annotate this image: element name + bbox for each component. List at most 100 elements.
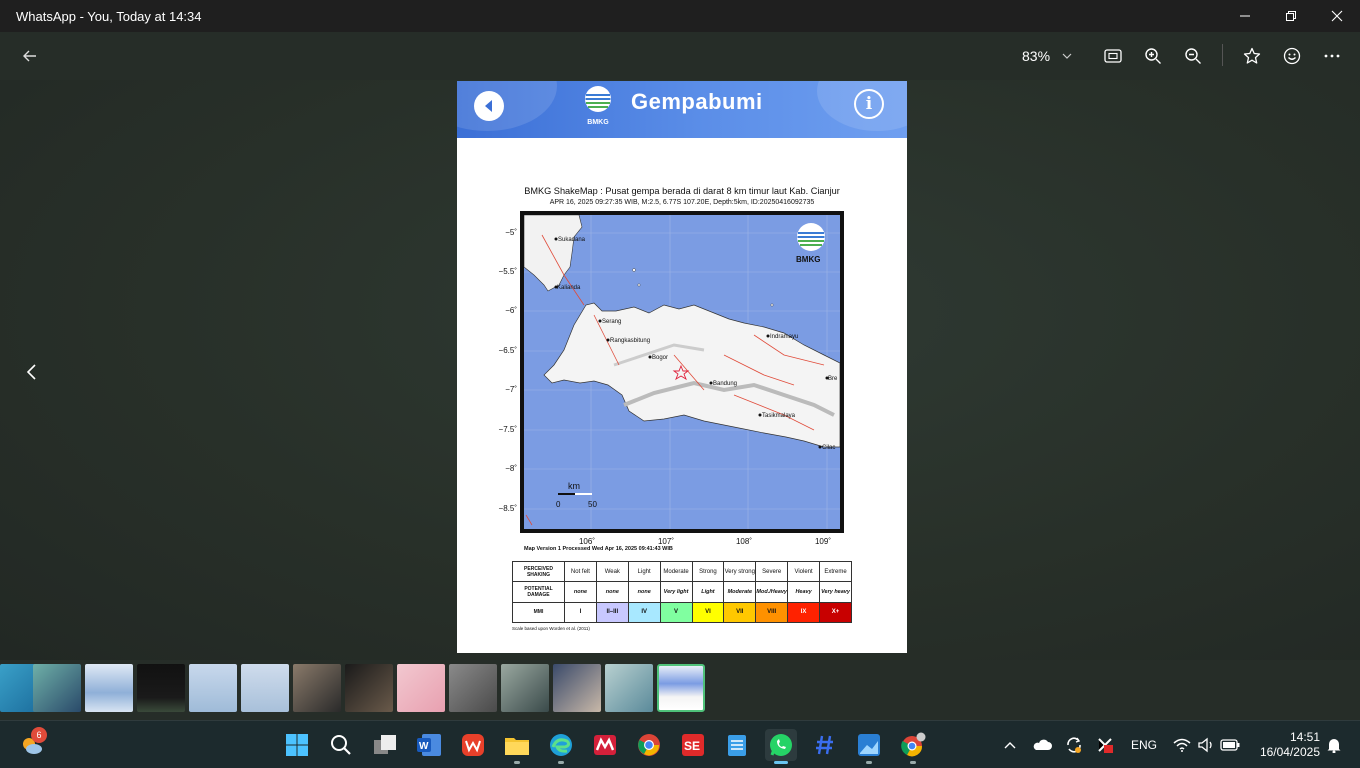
minimize-button[interactable] [1222, 0, 1268, 32]
restore-icon [1286, 11, 1296, 21]
scale-end: 50 [588, 500, 597, 509]
mmi-cell: VII [723, 601, 757, 624]
word-app[interactable]: W [413, 729, 445, 761]
notifications-button[interactable] [1324, 735, 1344, 755]
back-button[interactable] [16, 42, 44, 70]
chrome-app[interactable] [633, 729, 665, 761]
zoom-out-button[interactable] [1179, 42, 1207, 70]
city-label: Rangkasbitung [610, 338, 650, 344]
chevron-down-icon [1062, 53, 1072, 59]
thumbnail[interactable] [85, 664, 133, 712]
clock-time: 14:51 [1289, 730, 1320, 744]
thumbnail[interactable] [189, 664, 237, 712]
active-indicator [774, 761, 788, 764]
photos-app[interactable] [853, 729, 885, 764]
media-viewer: BMKG Gempabumi i BMKG ShakeMap : Pusat g… [0, 80, 1360, 660]
task-view-button[interactable] [369, 729, 401, 761]
map-logo-text: BMKG [796, 255, 820, 264]
chrome-profile-icon [901, 732, 926, 757]
shaking-cell: Moderate [659, 560, 693, 583]
thumbnail[interactable] [345, 664, 393, 712]
se-app[interactable]: SE [677, 729, 709, 761]
search-icon [331, 735, 351, 755]
file-explorer-app[interactable] [501, 729, 533, 764]
word-icon: W [417, 734, 441, 756]
thumbnail[interactable] [241, 664, 289, 712]
folder-icon [505, 738, 529, 755]
shaking-cell: Not felt [564, 560, 597, 583]
whatsapp-app[interactable] [765, 729, 797, 764]
search-button[interactable] [325, 729, 357, 761]
react-button[interactable] [1278, 42, 1306, 70]
restore-button[interactable] [1268, 0, 1314, 32]
start-button[interactable] [281, 729, 313, 761]
chrome-icon [638, 734, 660, 756]
running-indicator [866, 761, 872, 764]
thumbnail[interactable] [449, 664, 497, 712]
star-button[interactable] [1238, 42, 1266, 70]
zoom-dropdown[interactable]: 83% [1014, 42, 1078, 70]
battery-icon [1220, 739, 1240, 751]
windows-logo-icon [286, 734, 308, 756]
system-clock[interactable]: 14:51 16/04/2025 [1250, 730, 1320, 760]
language-indicator[interactable]: ENG [1124, 735, 1164, 755]
city-label: Bandung [713, 381, 737, 387]
thumbnail[interactable] [33, 664, 81, 712]
thumbnail-selected[interactable] [657, 664, 705, 712]
scale-start: 0 [556, 500, 561, 509]
x-tick-label: 106˚ [578, 537, 595, 546]
map-version: Map Version 1 Processed Wed Apr 16, 2025… [524, 546, 673, 552]
thumbnail[interactable] [137, 664, 185, 712]
city-label: Kalianda [557, 285, 581, 291]
mendeley-app[interactable] [589, 729, 621, 761]
shared-image[interactable]: BMKG Gempabumi i BMKG ShakeMap : Pusat g… [457, 81, 907, 653]
app-tray-icon[interactable] [1094, 735, 1116, 755]
sync-tray[interactable] [1062, 735, 1086, 755]
shaking-cell: Weak [595, 560, 629, 583]
y-tick-label: −7˚ [505, 385, 517, 394]
y-tick-label: −5˚ [505, 228, 517, 237]
y-tick-label: −7.5˚ [498, 425, 517, 434]
java-map-graphic: Sukadana Kalianda Serang Rangkasbitung B… [524, 215, 840, 529]
close-button[interactable] [1314, 0, 1360, 32]
hashtag-app[interactable] [809, 729, 841, 761]
notepad-app[interactable] [721, 729, 753, 761]
row-label: MMI [512, 601, 565, 624]
app-header: BMKG Gempabumi i [457, 81, 907, 138]
x-tick-label: 108˚ [735, 537, 752, 546]
wps-app[interactable] [457, 729, 489, 761]
bmkg-emblem-icon [585, 86, 611, 112]
damage-cell: Light [691, 581, 725, 603]
thumbnail[interactable] [553, 664, 601, 712]
shaking-cell: Violent [787, 560, 820, 583]
chrome-profile-app[interactable] [897, 729, 929, 764]
show-hidden-icons-button[interactable] [1000, 735, 1020, 755]
thumbnail[interactable] [293, 664, 341, 712]
bmkg-map-logo: BMKG [796, 223, 825, 264]
previous-media-button[interactable] [20, 360, 44, 384]
wifi-status[interactable] [1172, 735, 1192, 755]
running-indicator [910, 761, 916, 764]
x-tick-label: 107˚ [657, 537, 674, 546]
mmi-cell: IV [627, 601, 661, 624]
fit-to-screen-button[interactable] [1099, 42, 1127, 70]
more-options-button[interactable] [1318, 42, 1346, 70]
damage-cell: none [627, 581, 661, 603]
shaking-cell: Strong [691, 560, 725, 583]
y-tick-label: −6˚ [505, 306, 517, 315]
edge-app[interactable] [545, 729, 577, 764]
thumbnail[interactable] [397, 664, 445, 712]
thumbnail[interactable] [501, 664, 549, 712]
city-label: Bogor [652, 355, 668, 361]
city-label: Tasikmalaya [762, 413, 796, 419]
mmi-row: MMI I II–III IV V VI VII VIII IX X+ [512, 601, 852, 624]
weather-widget[interactable]: 6 [16, 727, 48, 761]
toolbar-divider [1222, 44, 1223, 66]
onedrive-tray[interactable] [1030, 735, 1054, 755]
battery-status[interactable] [1220, 735, 1240, 755]
wifi-icon [1173, 738, 1191, 752]
svg-text:SE: SE [684, 739, 700, 753]
volume-status[interactable] [1196, 735, 1216, 755]
thumbnail[interactable] [605, 664, 653, 712]
zoom-in-button[interactable] [1139, 42, 1167, 70]
